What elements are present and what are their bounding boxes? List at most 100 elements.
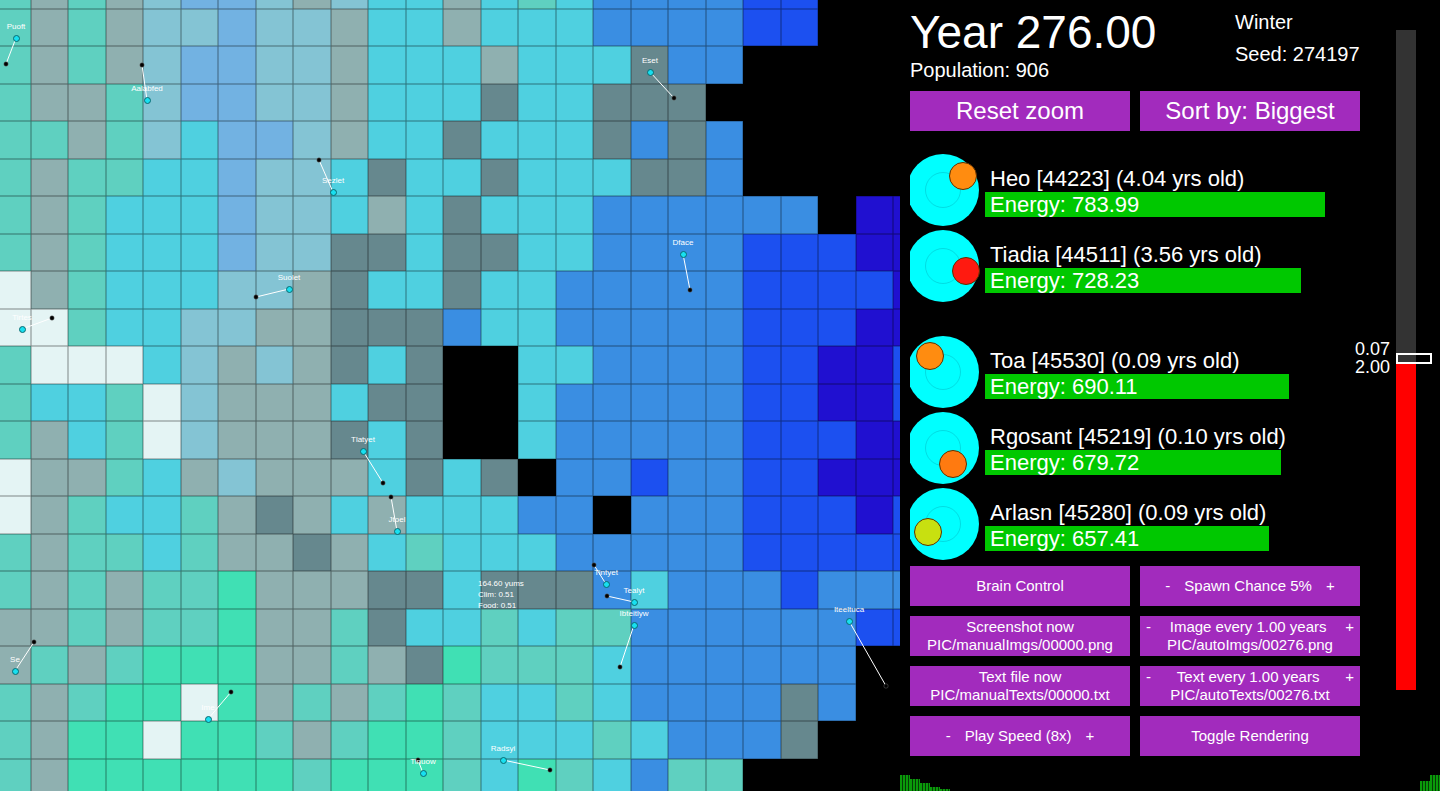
map-tile[interactable] [31,309,69,347]
map-tile[interactable] [781,196,819,234]
map-tile[interactable] [743,646,781,684]
map-tile[interactable] [181,534,219,572]
map-tile[interactable] [406,646,444,684]
sort-button[interactable]: Sort by: Biggest [1140,91,1360,131]
map-tile[interactable] [818,346,856,384]
map-tile[interactable] [68,234,106,272]
map-tile[interactable] [0,84,31,122]
map-tile[interactable] [68,759,106,791]
creature-label[interactable]: Tirtes [12,313,32,322]
map-tile[interactable] [256,384,294,422]
map-tile[interactable] [181,384,219,422]
map-tile[interactable] [68,459,106,497]
map-tile[interactable] [31,196,69,234]
map-tile[interactable] [518,684,556,722]
map-tile[interactable] [593,121,631,159]
map-tile[interactable] [0,534,31,572]
map-tile[interactable] [593,196,631,234]
map-tile[interactable] [331,384,369,422]
map-tile[interactable] [481,159,519,197]
map-tile[interactable] [406,496,444,534]
creature-label[interactable]: Puoft [7,22,26,31]
map-tile[interactable] [706,571,744,609]
map-tile[interactable] [781,234,819,272]
map-tile[interactable] [31,46,69,84]
map-tile[interactable] [556,759,594,791]
map-tile[interactable] [31,571,69,609]
map-tile[interactable] [443,121,481,159]
map-tile[interactable] [443,609,481,647]
map-tile[interactable] [593,159,631,197]
map-tile[interactable] [893,196,900,234]
map-tile[interactable] [0,496,31,534]
map-tile[interactable] [406,9,444,47]
map-tile[interactable] [293,759,331,791]
map-tile[interactable] [556,234,594,272]
map-tile[interactable] [68,384,106,422]
map-tile[interactable] [593,0,631,9]
map-tile[interactable] [181,459,219,497]
map-tile[interactable] [481,84,519,122]
map-tile[interactable] [518,9,556,47]
map-tile[interactable] [293,121,331,159]
map-tile[interactable] [331,534,369,572]
map-tile[interactable] [518,121,556,159]
map-tile[interactable] [256,571,294,609]
map-tile[interactable] [781,9,819,47]
map-tile[interactable] [106,0,144,9]
map-tile[interactable] [368,721,406,759]
map-tile[interactable] [106,234,144,272]
map-tile[interactable] [143,459,181,497]
map-tile[interactable] [856,459,894,497]
map-tile[interactable] [181,684,219,722]
map-tile[interactable] [406,0,444,9]
map-tile[interactable] [406,309,444,347]
map-tile[interactable] [893,721,900,759]
map-tile[interactable] [106,496,144,534]
map-tile[interactable] [368,234,406,272]
map-tile[interactable] [143,309,181,347]
map-tile[interactable] [706,46,744,84]
map-tile[interactable] [293,571,331,609]
map-tile[interactable] [706,684,744,722]
map-tile[interactable] [706,84,744,122]
map-tile[interactable] [0,0,31,9]
map-tile[interactable] [481,46,519,84]
map-tile[interactable] [518,571,556,609]
map-tile[interactable] [556,384,594,422]
creature-dot[interactable] [360,448,367,455]
map-tile[interactable] [331,721,369,759]
map-tile[interactable] [481,759,519,791]
map-tile[interactable] [781,646,819,684]
map-tile[interactable] [818,571,856,609]
map-tile[interactable] [706,271,744,309]
map-tile[interactable] [31,459,69,497]
map-tile[interactable] [0,421,31,459]
map-tile[interactable] [593,346,631,384]
map-tile[interactable] [781,84,819,122]
creature-row[interactable]: Toa [45530] (0.09 yrs old)Energy: 690.11 [910,336,1370,412]
map-tile[interactable] [256,496,294,534]
map-tile[interactable] [368,159,406,197]
map-tile[interactable] [481,9,519,47]
map-tile[interactable] [68,496,106,534]
map-tile[interactable] [556,121,594,159]
map-tile[interactable] [668,534,706,572]
map-tile[interactable] [706,496,744,534]
map-tile[interactable] [593,496,631,534]
map-tile[interactable] [256,309,294,347]
map-tile[interactable] [593,684,631,722]
creature-dot[interactable] [144,97,151,104]
map-tile[interactable] [368,84,406,122]
map-tile[interactable] [556,159,594,197]
map-tile[interactable] [406,46,444,84]
map-tile[interactable] [218,196,256,234]
control-button[interactable]: Brain Control [910,566,1130,606]
map-tile[interactable] [856,609,894,647]
map-tile[interactable] [181,46,219,84]
map-tile[interactable] [856,534,894,572]
map-tile[interactable] [781,46,819,84]
map-tile[interactable] [893,9,900,47]
map-tile[interactable] [518,421,556,459]
map-tile[interactable] [518,46,556,84]
